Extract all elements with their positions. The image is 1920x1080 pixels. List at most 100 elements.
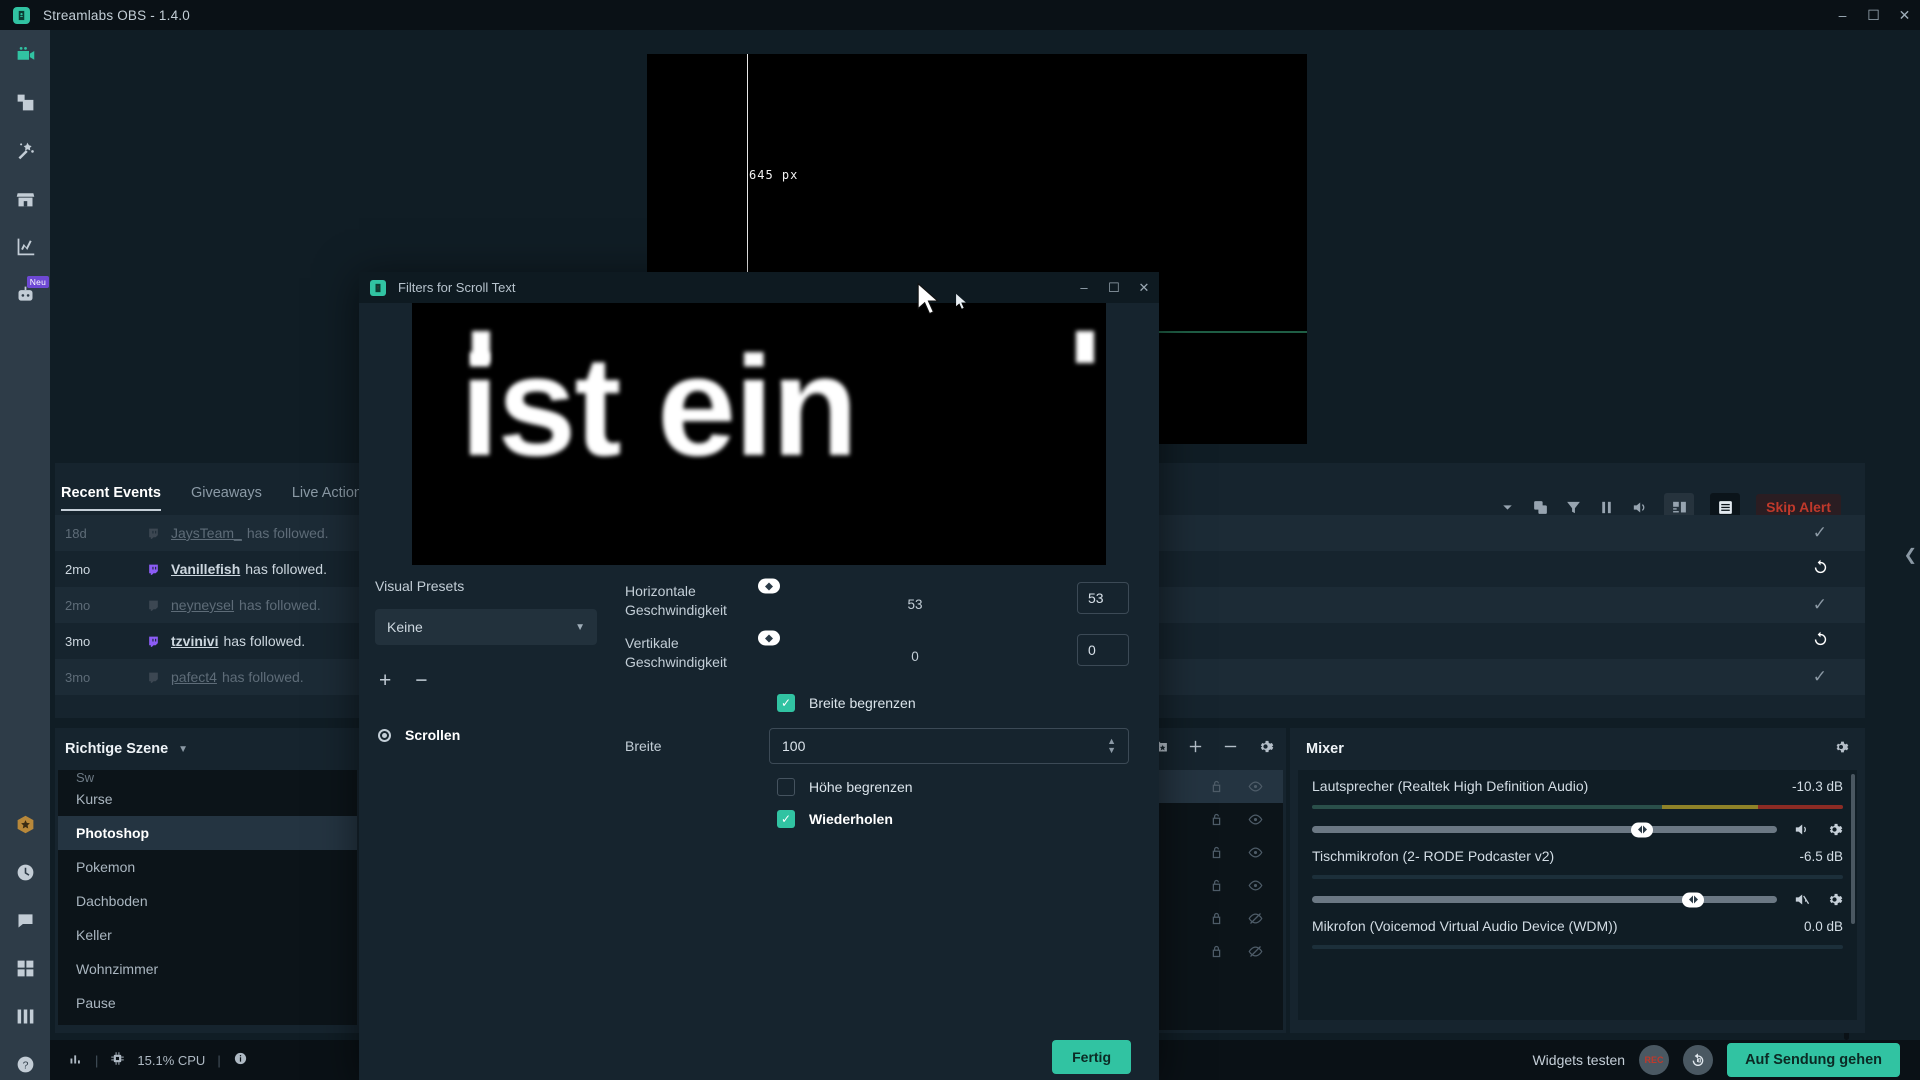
- record-button[interactable]: REC: [1639, 1045, 1670, 1075]
- scene-item-kurse[interactable]: Kurse: [58, 782, 357, 816]
- event-username[interactable]: pafect4: [171, 669, 217, 685]
- question-circle-icon: ?: [17, 1056, 33, 1072]
- channel-volume-slider[interactable]: [1312, 822, 1777, 837]
- horizontal-speed-knob[interactable]: [758, 578, 780, 594]
- chat-bubble-icon: [18, 913, 32, 927]
- event-replay-icon[interactable]: [1812, 559, 1829, 579]
- nav-item-help[interactable]: ?: [0, 1040, 50, 1080]
- volume-on-icon[interactable]: [1793, 821, 1810, 838]
- vertical-speed-knob[interactable]: [758, 630, 780, 646]
- channel-name: Tischmikrofon (2- RODE Podcaster v2): [1312, 848, 1555, 864]
- event-username[interactable]: tzvinivi: [171, 633, 218, 649]
- scenes-header[interactable]: Richtige Szene ▼: [55, 728, 360, 770]
- add-filter-button[interactable]: +: [379, 669, 391, 693]
- dialog-maximize-button[interactable]: ☐: [1099, 272, 1129, 303]
- clock-icon: [17, 864, 33, 880]
- volume-icon[interactable]: [1631, 499, 1648, 516]
- gear-icon[interactable]: [1826, 821, 1843, 838]
- repeat-checkbox[interactable]: ✓: [777, 810, 795, 828]
- info-icon[interactable]: [233, 1051, 248, 1069]
- collapse-panel-chevron-icon[interactable]: ❮: [1904, 545, 1917, 565]
- maximize-button[interactable]: ☐: [1858, 0, 1889, 30]
- filter-visibility-icon[interactable]: [378, 728, 391, 742]
- channel-name: Lautsprecher (Realtek High Definition Au…: [1312, 778, 1589, 794]
- gear-icon[interactable]: [1826, 891, 1843, 908]
- repeat-row[interactable]: ✓ Wiederholen: [769, 810, 1149, 828]
- volume-knob[interactable]: [1631, 822, 1654, 837]
- bars-icon[interactable]: [68, 1051, 83, 1069]
- event-username[interactable]: Vanillefish: [171, 561, 240, 577]
- dialog-close-button[interactable]: ✕: [1129, 272, 1159, 303]
- scene-item-pokemon[interactable]: Pokemon: [58, 850, 357, 884]
- close-button[interactable]: ✕: [1889, 0, 1920, 30]
- visual-presets-value: Keine: [387, 619, 423, 635]
- width-input[interactable]: 100 ▲ ▼: [769, 728, 1129, 764]
- replay-buffer-button[interactable]: [1683, 1045, 1714, 1075]
- source-settings-gear-icon[interactable]: [1257, 738, 1274, 760]
- tab-live-actions[interactable]: Live Actions: [292, 485, 369, 511]
- tab-giveaways[interactable]: Giveaways: [191, 485, 262, 511]
- nav-item-apps[interactable]: [0, 944, 50, 992]
- event-username[interactable]: JaysTeam_: [171, 525, 242, 541]
- vertical-speed-input[interactable]: 0: [1077, 634, 1129, 666]
- filter-icon[interactable]: [1565, 499, 1582, 516]
- visual-presets-select[interactable]: Keine ▼: [375, 609, 597, 645]
- event-check-icon[interactable]: ✓: [1813, 523, 1827, 543]
- window-title: Streamlabs OBS - 1.4.0: [43, 7, 190, 23]
- event-check-icon[interactable]: ✓: [1813, 595, 1827, 615]
- nav-item-themes[interactable]: [0, 78, 50, 126]
- source-row-icons: [1209, 845, 1263, 860]
- nav-item-recent[interactable]: [0, 848, 50, 896]
- remove-filter-button[interactable]: −: [415, 669, 427, 693]
- widgets-test-button[interactable]: Widgets testen: [1532, 1052, 1625, 1068]
- nav-item-chat[interactable]: [0, 896, 50, 944]
- video-camera-icon: [17, 46, 34, 60]
- nav-item-cloudbot[interactable]: Neu: [0, 270, 50, 318]
- window-controls: – ☐ ✕: [1827, 0, 1920, 30]
- event-replay-icon[interactable]: [1812, 631, 1829, 651]
- nav-item-layout[interactable]: [0, 992, 50, 1040]
- scene-item-wohnzimmer[interactable]: Wohnzimmer: [58, 952, 357, 986]
- minimize-button[interactable]: –: [1827, 0, 1858, 30]
- scene-item-sw[interactable]: Sw: [58, 770, 357, 782]
- nav-item-editor[interactable]: [0, 30, 50, 78]
- event-username[interactable]: neyneysel: [171, 597, 234, 613]
- source-row-icons: [1209, 779, 1263, 794]
- scene-item-dachboden[interactable]: Dachboden: [58, 884, 357, 918]
- gear-icon[interactable]: [1833, 739, 1849, 760]
- channel-db: 0.0 dB: [1803, 918, 1843, 934]
- scene-item-keller[interactable]: Keller: [58, 918, 357, 952]
- chevron-down-icon[interactable]: ▼: [178, 744, 188, 755]
- mixer-scrollbar[interactable]: [1851, 774, 1855, 924]
- scene-item-photoshop[interactable]: Photoshop: [58, 816, 357, 850]
- limit-width-row[interactable]: ✓ Breite begrenzen: [769, 694, 1149, 712]
- volume-knob[interactable]: [1682, 892, 1705, 907]
- event-check-icon[interactable]: ✓: [1813, 667, 1827, 687]
- limit-width-label: Breite begrenzen: [809, 695, 916, 711]
- limit-height-checkbox[interactable]: [777, 778, 795, 796]
- scene-item-pause[interactable]: Pause: [58, 986, 357, 1020]
- filter-settings-column: Horizontale Geschwindigkeit 53 53 Vertik…: [617, 568, 1149, 828]
- visual-presets-label: Visual Presets: [375, 578, 465, 594]
- nav-item-dashboard[interactable]: [0, 222, 50, 270]
- filter-list-item-scrollen[interactable]: Scrollen: [375, 727, 615, 743]
- go-live-button[interactable]: Auf Sendung gehen: [1727, 1043, 1900, 1077]
- nav-item-alertbox[interactable]: [0, 126, 50, 174]
- limit-height-row[interactable]: Höhe begrenzen: [769, 778, 1149, 796]
- nav-item-prime[interactable]: [0, 800, 50, 848]
- remove-source-icon[interactable]: [1222, 738, 1239, 760]
- pause-icon[interactable]: [1598, 499, 1615, 516]
- dialog-minimize-button[interactable]: –: [1069, 272, 1099, 303]
- nav-item-store[interactable]: [0, 174, 50, 222]
- chevron-down-icon[interactable]: [1499, 499, 1516, 516]
- limit-width-checkbox[interactable]: ✓: [777, 694, 795, 712]
- channel-level-meter: [1312, 875, 1843, 879]
- volume-muted-icon[interactable]: [1793, 891, 1810, 908]
- channel-volume-slider[interactable]: [1312, 892, 1777, 907]
- horizontal-speed-input[interactable]: 53: [1077, 582, 1129, 614]
- copy-icon[interactable]: [1532, 499, 1549, 516]
- width-spinner-arrows[interactable]: ▲ ▼: [1107, 737, 1116, 755]
- add-source-icon[interactable]: [1187, 738, 1204, 760]
- tab-recent-events[interactable]: Recent Events: [61, 485, 161, 511]
- dialog-done-button[interactable]: Fertig: [1052, 1040, 1131, 1074]
